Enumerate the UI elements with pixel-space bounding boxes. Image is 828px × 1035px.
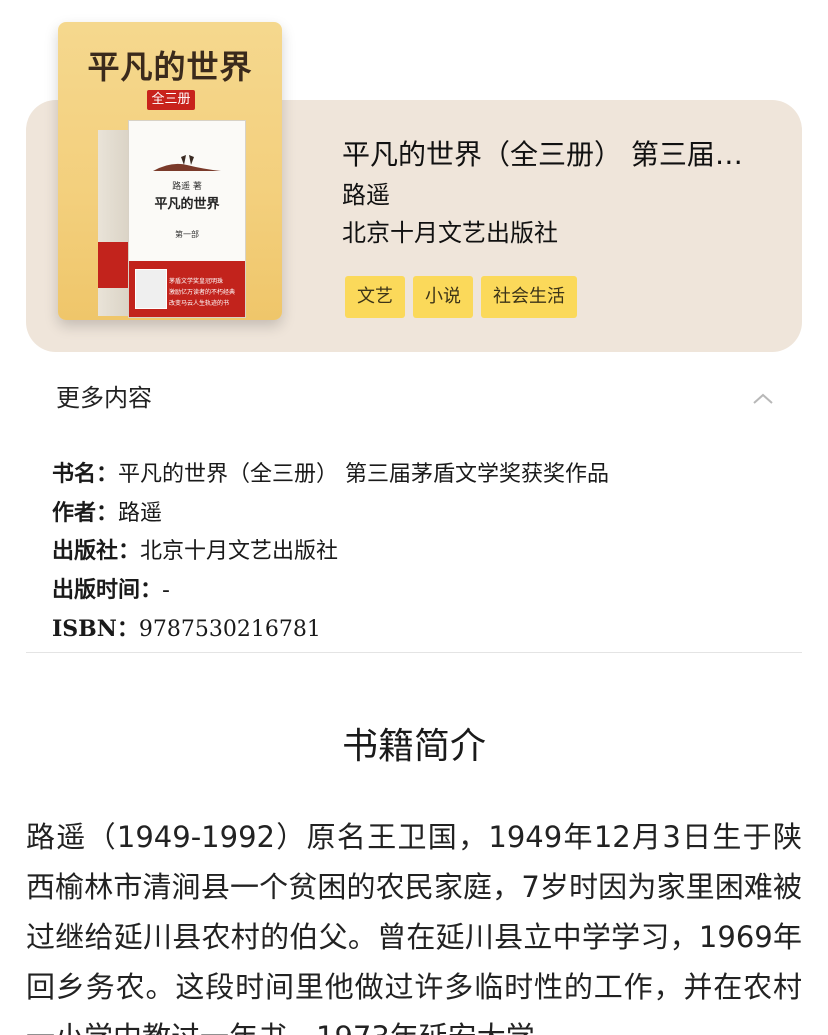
box-title: 平凡的世界 xyxy=(154,197,220,212)
more-content-label: 更多内容 xyxy=(56,384,152,412)
tag-list: 文艺 小说 社会生活 xyxy=(345,276,577,318)
book-detail-page: 平凡的世界 全三册 路遥 著 平凡的世界 第一部 茅盾文学奖皇冠明珠 激励亿万读… xyxy=(0,0,828,1035)
detail-value: 路遥 xyxy=(118,500,163,526)
hill-illustration-icon xyxy=(153,155,221,171)
section-divider xyxy=(26,652,802,653)
detail-row-title: 书名：平凡的世界（全三册） 第三届茅盾文学奖获奖作品 xyxy=(52,456,792,495)
detail-value: 北京十月文艺出版社 xyxy=(140,539,339,564)
detail-key: 出版社： xyxy=(52,539,141,564)
detail-row-author: 作者：路遥 xyxy=(52,495,792,534)
detail-key: 作者： xyxy=(52,500,119,526)
book-details: 书名：平凡的世界（全三册） 第三届茅盾文学奖获奖作品 作者：路遥 出版社：北京十… xyxy=(52,456,792,650)
detail-key: 出版时间： xyxy=(52,577,163,603)
box-set-image: 路遥 著 平凡的世界 第一部 茅盾文学奖皇冠明珠 激励亿万读者的不朽经典 改变马… xyxy=(98,120,246,318)
detail-row-publish-date: 出版时间：- xyxy=(52,572,792,611)
more-content-toggle[interactable]: 更多内容 xyxy=(56,378,774,418)
tag-xiaoshuo[interactable]: 小说 xyxy=(413,276,473,318)
book-author[interactable]: 路遥 xyxy=(342,176,772,214)
box-part: 第一部 xyxy=(175,230,199,239)
book-cover[interactable]: 平凡的世界 全三册 路遥 著 平凡的世界 第一部 茅盾文学奖皇冠明珠 激励亿万读… xyxy=(58,22,282,320)
chevron-up-icon[interactable] xyxy=(752,388,774,410)
tag-shehuishenghuo[interactable]: 社会生活 xyxy=(481,276,577,318)
book-meta: 平凡的世界（全三册） 第三届茅盾文学奖获奖作品 路遥 北京十月文艺出版社 xyxy=(342,134,772,252)
synopsis-heading: 书籍简介 xyxy=(341,726,486,767)
cover-title: 平凡的世界 xyxy=(87,48,253,86)
promo-text: 茅盾文学奖皇冠明珠 激励亿万读者的不朽经典 改变马云人生轨迹的书 xyxy=(169,278,236,307)
book-publisher[interactable]: 北京十月文艺出版社 xyxy=(342,214,772,252)
tag-wenyi[interactable]: 文艺 xyxy=(345,276,405,318)
cover-badge: 全三册 xyxy=(147,90,195,110)
detail-value: 平凡的世界（全三册） 第三届茅盾文学奖获奖作品 xyxy=(118,462,610,487)
detail-value: - xyxy=(162,577,170,603)
box-author: 路遥 著 xyxy=(172,182,202,192)
detail-key: 书名： xyxy=(52,462,119,487)
author-photo xyxy=(135,269,167,309)
detail-key: ISBN： xyxy=(52,616,139,642)
synopsis-text: 路遥（1949-1992）原名王卫国，1949年12月3日生于陕西榆林市清涧县一… xyxy=(26,820,802,1035)
detail-row-isbn: ISBN：9787530216781 xyxy=(52,610,792,650)
detail-row-publisher: 出版社：北京十月文艺出版社 xyxy=(52,533,792,572)
book-title[interactable]: 平凡的世界（全三册） 第三届茅盾文学奖获奖作品 xyxy=(342,134,767,176)
detail-value: 9787530216781 xyxy=(138,617,321,642)
box-front: 路遥 著 平凡的世界 第一部 茅盾文学奖皇冠明珠 激励亿万读者的不朽经典 改变马… xyxy=(128,120,246,318)
promo-band: 茅盾文学奖皇冠明珠 激励亿万读者的不朽经典 改变马云人生轨迹的书 xyxy=(129,261,245,317)
